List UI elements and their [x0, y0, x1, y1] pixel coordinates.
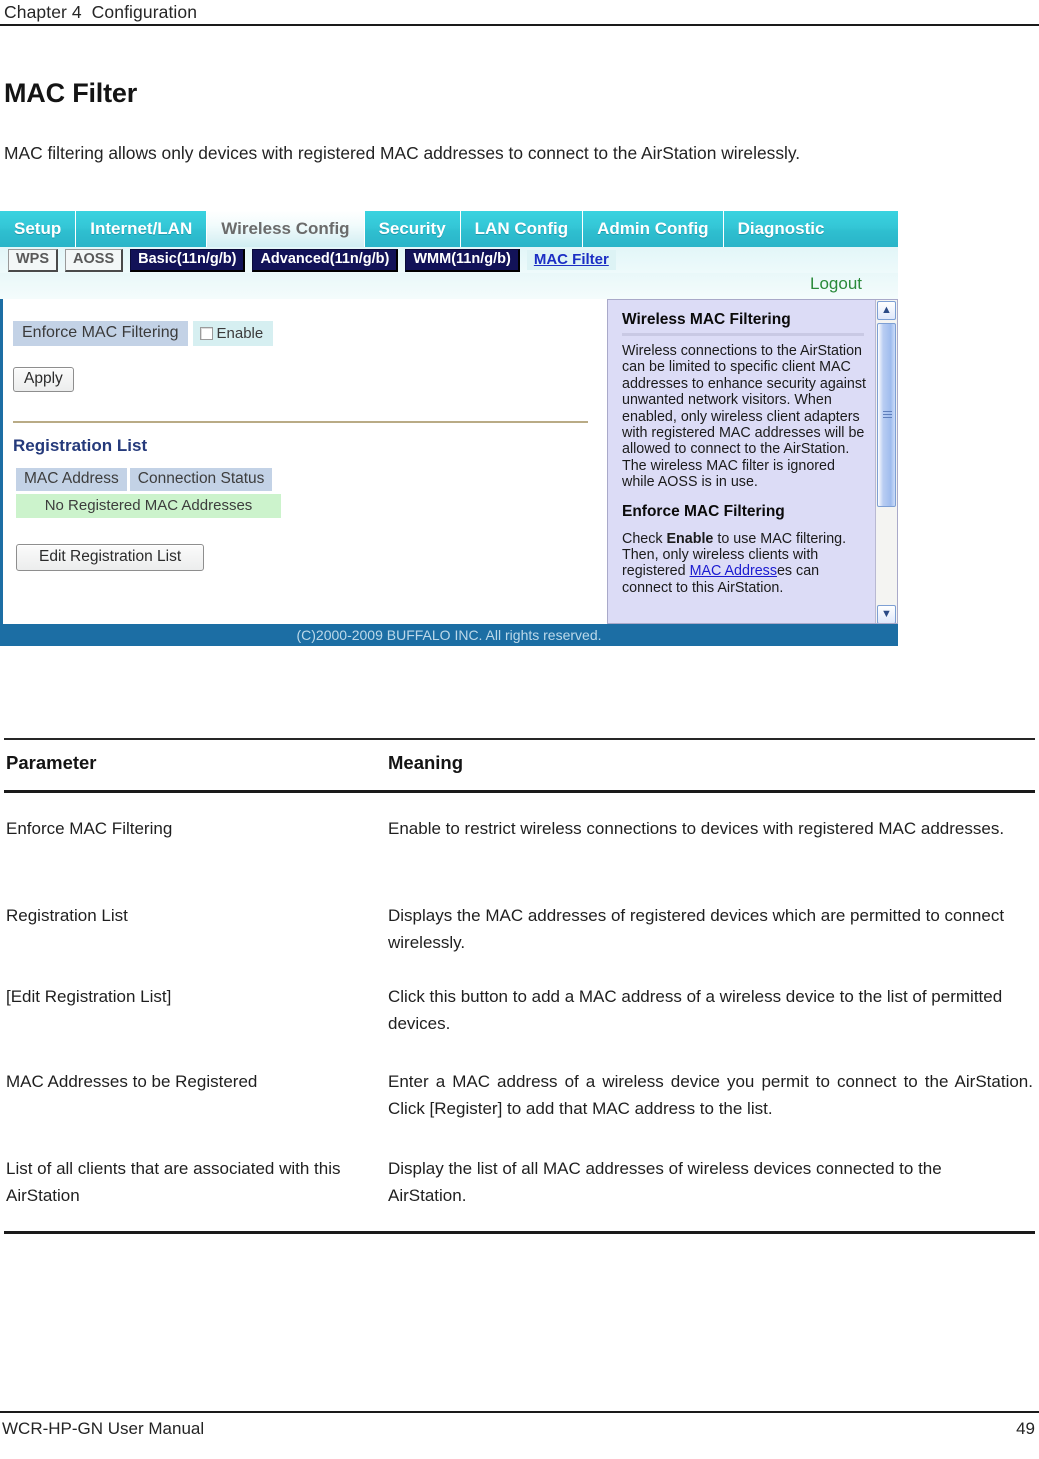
- scrollbar-grip-icon: [883, 411, 892, 419]
- registration-list-header-row: MAC Address Connection Status: [16, 468, 281, 491]
- page-header: Chapter 4 Configuration: [0, 0, 1039, 30]
- sub-navigation: WPS AOSS Basic(11n/g/b) Advanced(11n/g/b…: [0, 247, 898, 273]
- subnav-item-advanced[interactable]: Advanced(11n/g/b): [252, 248, 399, 272]
- help-mac-addresses-link[interactable]: MAC Address: [690, 563, 777, 579]
- table-header-meaning: Meaning: [388, 752, 464, 773]
- logout-row: Logout: [0, 273, 898, 299]
- nav-tab-wireless-config[interactable]: Wireless Config: [207, 211, 365, 247]
- page-title: MAC Filter: [4, 78, 138, 108]
- registration-list-empty-message: No Registered MAC Addresses: [16, 494, 281, 518]
- enforce-mac-filtering-row: Enforce MAC Filtering Enable: [13, 321, 274, 346]
- edit-registration-list-button[interactable]: Edit Registration List: [16, 544, 205, 571]
- nav-tab-security[interactable]: Security: [365, 211, 461, 247]
- subnav-item-wmm[interactable]: WMM(11n/g/b): [405, 248, 520, 272]
- subnav-item-wps[interactable]: WPS: [8, 248, 59, 272]
- table-cell-parameter: MAC Addresses to be Registered: [6, 1072, 258, 1091]
- table-header-parameter: Parameter: [6, 752, 97, 773]
- nav-tab-internet-lan[interactable]: Internet/LAN: [76, 211, 208, 247]
- table-bottom-rule: [4, 1231, 1035, 1234]
- table-cell-parameter: List of all clients that are associated …: [6, 1159, 341, 1205]
- enforce-mac-filtering-label: Enforce MAC Filtering: [13, 321, 188, 346]
- registration-list-title: Registration List: [13, 436, 148, 455]
- main-navigation: Setup Internet/LAN Wireless Config Secur…: [0, 211, 898, 247]
- logout-link[interactable]: Logout: [810, 274, 862, 294]
- table-cell-meaning: Enter a MAC address of a wireless device…: [388, 1072, 1033, 1118]
- help-panel-scrollbar[interactable]: ▲ ▼: [875, 300, 897, 623]
- help-panel-content: Wireless MAC Filtering Wireless connecti…: [608, 300, 876, 623]
- apply-button[interactable]: Apply: [13, 367, 74, 392]
- table-cell-meaning: Displays the MAC addresses of registered…: [388, 906, 1005, 952]
- scroll-up-arrow-icon[interactable]: ▲: [877, 301, 896, 320]
- enforce-mac-filtering-value: Enable: [192, 321, 274, 346]
- help-body2-pre: Check: [622, 530, 667, 547]
- enable-checkbox[interactable]: [199, 326, 213, 340]
- table-cell-meaning: Click this button to add a MAC address o…: [388, 987, 1003, 1033]
- help-heading-enforce-mac-filtering: Enforce MAC Filtering: [622, 502, 785, 520]
- nav-tab-diagnostic[interactable]: Diagnostic: [724, 211, 839, 247]
- registration-list-table: MAC Address Connection Status No Registe…: [16, 468, 281, 518]
- footer-page-number: 49: [1016, 1419, 1035, 1438]
- table-cell-parameter: Registration List: [6, 906, 128, 925]
- copyright-bar: (C)2000-2009 BUFFALO INC. All rights res…: [0, 624, 898, 646]
- column-header-connection-status: Connection Status: [129, 468, 273, 491]
- settings-pane: Enforce MAC Filtering Enable Apply Regis…: [3, 299, 603, 624]
- subnav-item-aoss[interactable]: AOSS: [65, 248, 124, 272]
- header-rule: [0, 24, 1039, 26]
- enable-checkbox-label: Enable: [216, 324, 264, 342]
- section-divider: [13, 421, 588, 423]
- help-panel: Wireless MAC Filtering Wireless connecti…: [607, 299, 898, 624]
- help-heading-underline: [622, 333, 864, 336]
- footer-manual-name: WCR-HP-GN User Manual: [2, 1419, 205, 1438]
- router-ui-screenshot: Setup Internet/LAN Wireless Config Secur…: [0, 211, 898, 646]
- column-header-mac-address: MAC Address: [16, 468, 127, 491]
- table-header-rule: [4, 790, 1035, 793]
- nav-tab-admin-config[interactable]: Admin Config: [583, 211, 724, 247]
- nav-tab-lan-config[interactable]: LAN Config: [461, 211, 584, 247]
- subnav-item-mac-filter[interactable]: MAC Filter: [526, 250, 616, 270]
- subnav-item-basic[interactable]: Basic(11n/g/b): [130, 248, 246, 272]
- help-body2-bold: Enable: [666, 530, 714, 547]
- scroll-down-arrow-icon[interactable]: ▼: [877, 605, 896, 623]
- table-cell-parameter: [Edit Registration List]: [6, 987, 172, 1006]
- help-heading-wireless-mac-filtering: Wireless MAC Filtering: [622, 311, 791, 328]
- table-top-rule: [4, 738, 1035, 740]
- chapter-label: Chapter 4 Configuration: [4, 2, 198, 22]
- footer-rule: [0, 1411, 1039, 1413]
- router-content-area: Enforce MAC Filtering Enable Apply Regis…: [0, 299, 898, 624]
- table-cell-meaning: Enable to restrict wireless connections …: [388, 819, 1005, 838]
- help-body-enforce-mac-filtering: Check Enable to use MAC filtering. Then,…: [622, 531, 870, 597]
- table-cell-meaning: Display the list of all MAC addresses of…: [388, 1159, 942, 1205]
- scrollbar-thumb[interactable]: [877, 323, 896, 507]
- help-body-wireless-mac-filtering: Wireless connections to the AirStation c…: [622, 343, 866, 491]
- table-cell-parameter: Enforce MAC Filtering: [6, 819, 173, 838]
- intro-paragraph: MAC filtering allows only devices with r…: [4, 143, 801, 163]
- nav-tab-setup[interactable]: Setup: [0, 211, 77, 247]
